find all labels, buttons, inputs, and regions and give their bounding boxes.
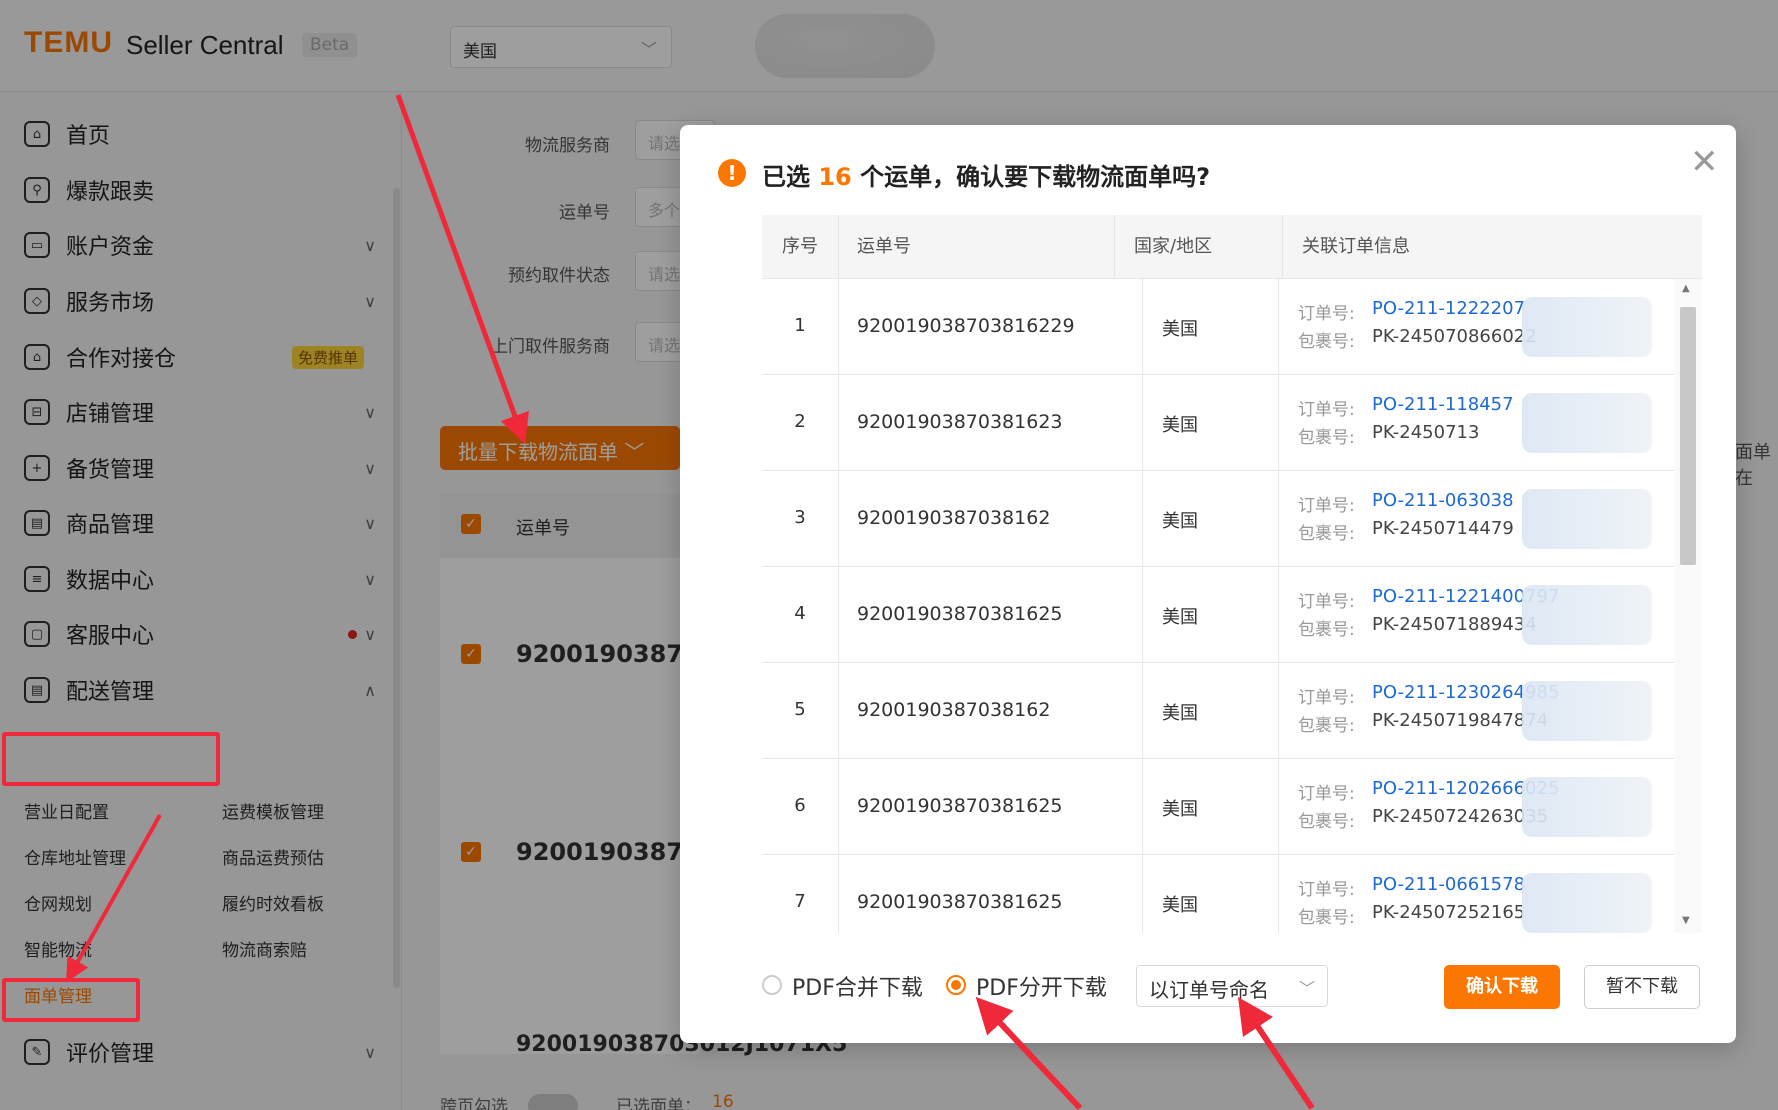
close-icon[interactable]: ✕ [1690,145,1719,179]
row-seq: 1 [794,315,806,336]
package-label: 包裹号: [1298,332,1355,352]
package-label: 包裹号: [1298,524,1355,544]
package-label: 包裹号: [1298,620,1355,640]
row-seq: 5 [794,699,806,720]
row-waybill: 92001903870381625 [857,891,1063,913]
title-suffix: 个运单，确认要下载物流面单吗? [860,163,1211,191]
package-label: 包裹号: [1298,716,1355,736]
column-seq: 序号 [782,236,818,257]
table-row: 6 92001903870381625 美国 订单号: PO-211-12026… [762,759,1674,855]
modal-table-header: 序号 运单号 国家/地区 关联订单信息 [762,215,1702,279]
cancel-download-button[interactable]: 暂不下载 [1584,965,1700,1009]
redaction-blur [1522,873,1652,933]
title-prefix: 已选 [762,163,810,191]
redaction-blur [1522,681,1652,741]
package-value: PK-24507252165 [1372,902,1526,923]
package-value: PK-245070866022 [1372,326,1537,347]
table-row: 1 920019038703816229 美国 订单号: PO-211-1222… [762,279,1674,375]
row-waybill: 92001903870381623 [857,411,1063,433]
row-seq: 6 [794,795,806,816]
table-scrollbar[interactable]: ▲ ▼ [1674,279,1702,933]
row-country: 美国 [1162,607,1198,628]
column-country: 国家/地区 [1134,236,1213,257]
pdf-merge-label[interactable]: PDF合并下载 [792,970,923,1002]
modal-title: 已选 16 个运单，确认要下载物流面单吗? [762,157,1210,192]
chevron-down-icon: ﹀ [1298,979,1315,998]
row-country: 美国 [1162,703,1198,724]
column-order-info: 关联订单信息 [1302,236,1410,257]
column-divider [1282,215,1283,279]
table-row: 4 92001903870381625 美国 订单号: PO-211-12214… [762,567,1674,663]
package-label: 包裹号: [1298,908,1355,928]
scroll-down-icon[interactable]: ▼ [1682,915,1690,926]
table-row: 5 9200190387038162 美国 订单号: PO-211-123026… [762,663,1674,759]
row-seq: 3 [794,507,806,528]
order-label: 订单号: [1298,880,1355,900]
highlight-box-delivery [2,732,220,786]
redaction-blur [1522,393,1652,453]
column-divider [838,215,839,279]
order-link[interactable]: PO-211-118457 [1372,394,1514,415]
row-country: 美国 [1162,799,1198,820]
order-link[interactable]: PO-211-0661578 [1372,874,1525,895]
row-waybill: 9200190387038162 [857,507,1051,529]
redaction-blur [1522,297,1652,357]
row-country: 美国 [1162,319,1198,340]
row-country: 美国 [1162,895,1198,916]
pdf-split-label[interactable]: PDF分开下载 [976,970,1107,1002]
table-row: 2 92001903870381623 美国 订单号: PO-211-11845… [762,375,1674,471]
row-country: 美国 [1162,415,1198,436]
order-link[interactable]: PO-211-1222207 [1372,298,1525,319]
row-waybill: 9200190387038162 [857,699,1051,721]
order-label: 订单号: [1298,592,1355,612]
row-waybill: 92001903870381625 [857,795,1063,817]
row-waybill: 92001903870381625 [857,603,1063,625]
table-row: 3 9200190387038162 美国 订单号: PO-211-063038… [762,471,1674,567]
redaction-blur [1522,489,1652,549]
order-label: 订单号: [1298,688,1355,708]
redaction-blur [1522,585,1652,645]
package-value: PK-245071889434 [1372,614,1537,635]
package-value: PK-2450713 [1372,422,1480,443]
redaction-blur [1522,777,1652,837]
selected-count: 16 [818,163,852,191]
row-country: 美国 [1162,511,1198,532]
highlight-box-waybill-mgmt [2,978,140,1022]
order-label: 订单号: [1298,784,1355,804]
table-row: 7 92001903870381625 美国 订单号: PO-211-06615… [762,855,1674,933]
order-link[interactable]: PO-211-063038 [1372,490,1514,511]
package-label: 包裹号: [1298,812,1355,832]
row-seq: 7 [794,891,806,912]
warning-icon: ! [718,159,746,187]
row-seq: 4 [794,603,806,624]
order-label: 订单号: [1298,304,1355,324]
order-label: 订单号: [1298,496,1355,516]
column-divider [1114,215,1115,279]
download-confirm-modal: ! 已选 16 个运单，确认要下载物流面单吗? ✕ 序号 运单号 国家/地区 关… [680,125,1736,1043]
file-naming-select[interactable]: 以订单号命名 ﹀ [1136,965,1328,1007]
pdf-merge-radio[interactable] [762,975,782,995]
order-label: 订单号: [1298,400,1355,420]
package-value: PK-2450714479 [1372,518,1514,539]
package-label: 包裹号: [1298,428,1355,448]
pdf-split-radio[interactable] [946,975,966,995]
file-naming-value: 以订单号命名 [1149,978,1269,1002]
column-waybill: 运单号 [857,236,911,257]
confirm-download-button[interactable]: 确认下载 [1444,965,1560,1009]
scroll-thumb[interactable] [1680,307,1696,565]
row-seq: 2 [794,411,806,432]
scroll-up-icon[interactable]: ▲ [1682,283,1690,294]
modal-table-body: 1 920019038703816229 美国 订单号: PO-211-1222… [762,279,1674,933]
row-waybill: 920019038703816229 [857,315,1075,337]
